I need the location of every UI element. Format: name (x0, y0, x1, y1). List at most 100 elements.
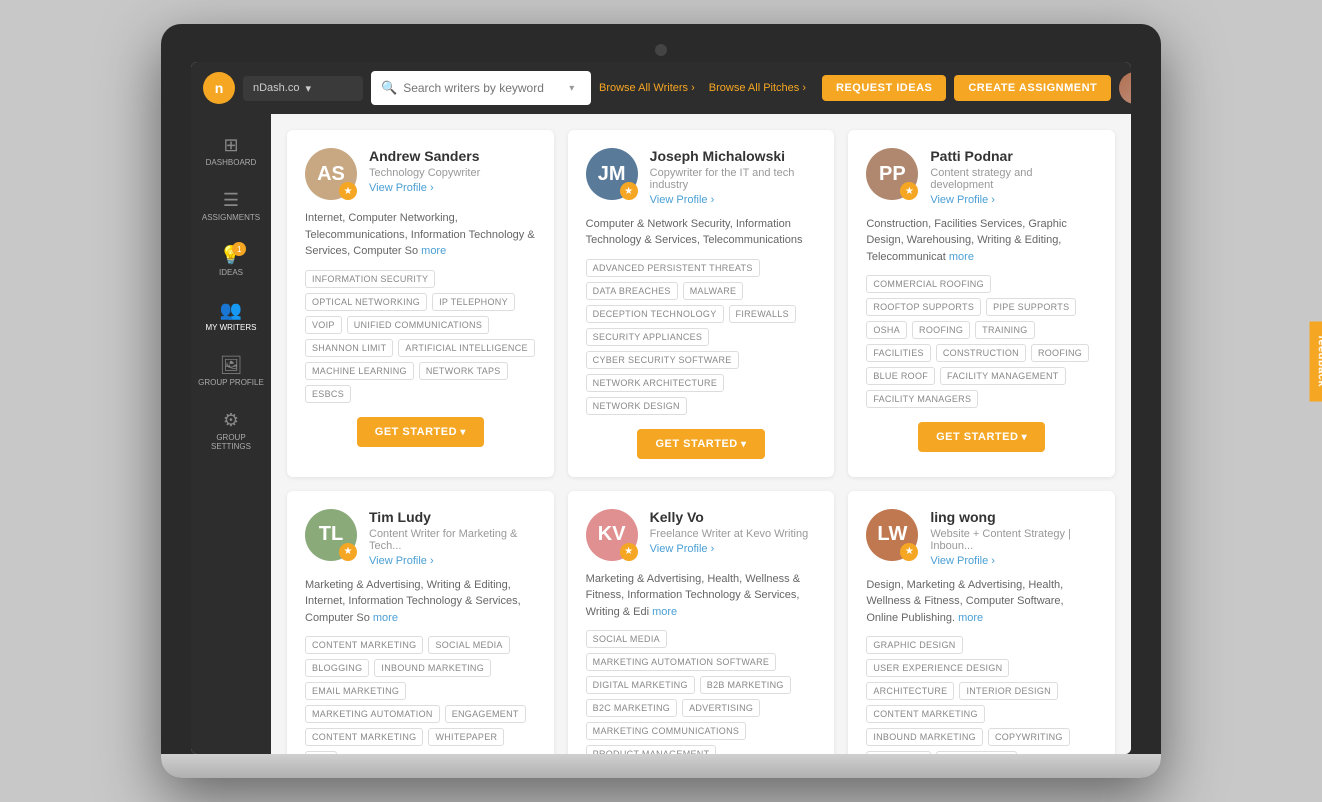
tag[interactable]: WHITEPAPER (428, 728, 504, 746)
tag[interactable]: MARKETING AUTOMATION (305, 705, 440, 723)
bio-more-link[interactable]: more (958, 612, 983, 624)
tag[interactable]: MARKETING COMMUNICATIONS (586, 722, 747, 740)
tag[interactable]: SOCIAL MEDIA (428, 636, 509, 654)
tag[interactable]: ARCHITECTURE (866, 682, 954, 700)
bio-more-link[interactable]: more (949, 251, 974, 263)
sidebar-item-ideas[interactable]: 💡 1 IDEAS (191, 236, 271, 287)
tag[interactable]: BLUE ROOF (866, 367, 935, 385)
tag[interactable]: BLOGGING (305, 659, 369, 677)
tags-container: ADVANCED PERSISTENT THREATS DATA BREACHES… (586, 259, 817, 415)
sidebar-item-my-writers[interactable]: 👥 MY WRITERS (191, 291, 271, 342)
tag[interactable]: PRODUCT MANAGEMENT (586, 745, 717, 754)
tag[interactable]: NETWORK DESIGN (586, 397, 687, 415)
tag[interactable]: COPYWRITING (988, 728, 1070, 746)
tag[interactable]: NETWORK ARCHITECTURE (586, 374, 725, 392)
tag[interactable]: ROOFTOP SUPPORTS (866, 298, 981, 316)
tag[interactable]: COMMERCIAL ROOFING (866, 275, 991, 293)
view-profile-link[interactable]: View Profile (930, 555, 1097, 567)
tag[interactable]: OSHA (866, 321, 907, 339)
tag[interactable]: GRAPHIC DESIGN (866, 636, 962, 654)
create-assignment-button[interactable]: CREATE ASSIGNMENT (954, 75, 1111, 101)
tag[interactable]: USER EXPERIENCE DESIGN (866, 659, 1009, 677)
tag[interactable]: FACILITIES (866, 344, 931, 362)
tag[interactable]: DATA BREACHES (586, 282, 678, 300)
get-started-button[interactable]: GET STARTED (357, 417, 484, 447)
tag[interactable]: SOCIAL MEDIA (936, 751, 1017, 754)
tag[interactable]: ESBCS (305, 385, 351, 403)
tag[interactable]: INBOUND MARKETING (866, 728, 983, 746)
writer-header: PP ★ Patti Podnar Content strategy and d… (866, 148, 1097, 206)
tag[interactable]: CONTENT MARKETING (866, 705, 984, 723)
tag[interactable]: INTERIOR DESIGN (959, 682, 1058, 700)
view-profile-link[interactable]: View Profile (650, 543, 817, 555)
tag[interactable]: CONTENT MARKETING (305, 728, 423, 746)
tag[interactable]: IP TELEPHONY (432, 293, 515, 311)
view-profile-link[interactable]: View Profile (369, 555, 536, 567)
tag[interactable]: CYBER SECURITY SOFTWARE (586, 351, 739, 369)
browse-writers-link[interactable]: Browse All Writers (599, 82, 695, 94)
tag[interactable]: SECURITY APPLIANCES (586, 328, 710, 346)
writer-name: ling wong (930, 509, 1097, 526)
tag[interactable]: ROOFING (1031, 344, 1089, 362)
tag[interactable]: INFORMATION SECURITY (305, 270, 435, 288)
view-profile-link[interactable]: View Profile (650, 194, 817, 206)
tag[interactable]: VOIP (305, 316, 342, 334)
group-profile-icon: 🖼 (220, 356, 243, 374)
tag[interactable]: DIGITAL MARKETING (586, 676, 695, 694)
logo[interactable]: n (203, 72, 235, 104)
tag[interactable]: SHANNON LIMIT (305, 339, 393, 357)
sidebar-item-assignments[interactable]: ☰ ASSIGNMENTS (191, 181, 271, 232)
tag[interactable]: EMAIL MARKETING (305, 682, 406, 700)
bio-more-link[interactable]: more (421, 245, 446, 257)
sidebar-item-dashboard[interactable]: ⊞ DASHBOARD (191, 126, 271, 177)
tag[interactable]: SOCIAL MEDIA (586, 630, 667, 648)
tag[interactable]: FACILITY MANAGEMENT (940, 367, 1066, 385)
tag[interactable]: B2C MARKETING (586, 699, 677, 717)
tag[interactable]: UNIFIED COMMUNICATIONS (347, 316, 489, 334)
tag[interactable]: BLOGGING (866, 751, 930, 754)
sidebar-item-group-settings[interactable]: ⚙ GROUP SETTINGS (191, 401, 271, 461)
search-input[interactable] (403, 81, 563, 95)
get-started-button[interactable]: GET STARTED (918, 422, 1045, 452)
view-profile-link[interactable]: View Profile (930, 194, 1097, 206)
tag[interactable]: DECEPTION TECHNOLOGY (586, 305, 724, 323)
bio-more-link[interactable]: more (652, 606, 677, 618)
tag[interactable]: CONSTRUCTION (936, 344, 1026, 362)
bio-more-link[interactable]: more (373, 612, 398, 624)
tags-container: GRAPHIC DESIGN USER EXPERIENCE DESIGN ARCH… (866, 636, 1097, 754)
tag[interactable]: NETWORK TAPS (419, 362, 508, 380)
tag[interactable]: MARKETING AUTOMATION SOFTWARE (586, 653, 777, 671)
brand-dropdown[interactable]: nDash.co ▾ (243, 76, 363, 101)
group-settings-icon: ⚙ (223, 411, 239, 429)
tag[interactable]: FIREWALLS (729, 305, 796, 323)
request-ideas-button[interactable]: REQUEST IDEAS (822, 75, 946, 101)
browse-pitches-link[interactable]: Browse All Pitches (709, 82, 806, 94)
writer-avatar-wrap: LW ★ (866, 509, 918, 561)
sidebar-item-group-profile[interactable]: 🖼 GROUP PROFILE (191, 346, 271, 397)
feedback-tab[interactable]: feedback (1310, 321, 1322, 401)
tag[interactable]: MALWARE (683, 282, 744, 300)
writer-info: Andrew Sanders Technology Copywriter Vie… (369, 148, 536, 194)
tag[interactable]: ADVERTISING (682, 699, 760, 717)
tag[interactable]: ARTIFICIAL INTELLIGENCE (398, 339, 534, 357)
writer-info: Kelly Vo Freelance Writer at Kevo Writin… (650, 509, 817, 555)
tag[interactable]: ENGAGEMENT (445, 705, 526, 723)
tag[interactable]: TRAINING (975, 321, 1034, 339)
tag[interactable]: ROOFING (912, 321, 970, 339)
view-profile-link[interactable]: View Profile (369, 182, 536, 194)
tag[interactable]: INBOUND MARKETING (374, 659, 491, 677)
writer-title: Content Writer for Marketing & Tech... (369, 528, 536, 552)
get-started-button[interactable]: GET STARTED (637, 429, 764, 459)
tag[interactable]: OPTICAL NETWORKING (305, 293, 427, 311)
tag[interactable]: CONTENT MARKETING (305, 636, 423, 654)
tag[interactable]: MACHINE LEARNING (305, 362, 414, 380)
my-writers-icon: 👥 (220, 301, 242, 319)
tag[interactable]: B2B MARKETING (700, 676, 791, 694)
writer-header: KV ★ Kelly Vo Freelance Writer at Kevo W… (586, 509, 817, 561)
tag[interactable]: FACILITY MANAGERS (866, 390, 978, 408)
user-avatar[interactable] (1119, 72, 1131, 104)
tag[interactable]: PIPE SUPPORTS (986, 298, 1076, 316)
tag[interactable]: ADVANCED PERSISTENT THREATS (586, 259, 760, 277)
tags-container: COMMERCIAL ROOFING ROOFTOP SUPPORTS PIPE S… (866, 275, 1097, 408)
tag[interactable]: B2B (305, 751, 337, 754)
